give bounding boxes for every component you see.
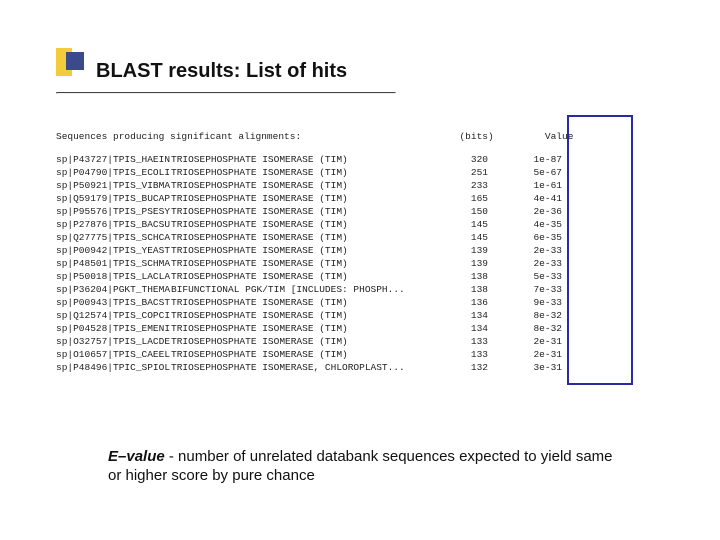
hit-evalue: 5e-33 — [510, 270, 562, 283]
hit-desc: TRIOSEPHOSPHATE ISOMERASE (TIM) — [171, 192, 444, 205]
hit-bits: 138 — [444, 270, 488, 283]
hit-id: sp|P43727|TPIS_HAEIN — [56, 153, 171, 166]
hit-evalue: 6e-35 — [510, 231, 562, 244]
hit-desc: TRIOSEPHOSPHATE ISOMERASE (TIM) — [171, 205, 444, 218]
hit-bits: 133 — [444, 335, 488, 348]
hit-desc: TRIOSEPHOSPHATE ISOMERASE (TIM) — [171, 270, 444, 283]
hit-bits: 233 — [444, 179, 488, 192]
hit-desc: TRIOSEPHOSPHATE ISOMERASE (TIM) — [171, 166, 444, 179]
hit-bits: 139 — [444, 257, 488, 270]
table-row: sp|Q27775|TPIS_SCHCATRIOSEPHOSPHATE ISOM… — [56, 231, 671, 244]
hit-desc: TRIOSEPHOSPHATE ISOMERASE (TIM) — [171, 296, 444, 309]
hit-evalue: 9e-33 — [510, 296, 562, 309]
hit-desc: TRIOSEPHOSPHATE ISOMERASE (TIM) — [171, 179, 444, 192]
table-row: sp|Q59179|TPIS_BUCAPTRIOSEPHOSPHATE ISOM… — [56, 192, 671, 205]
hit-id: sp|P50018|TPIS_LACLA — [56, 270, 171, 283]
hit-id: sp|P95576|TPIS_PSESY — [56, 205, 171, 218]
table-row: sp|P48501|TPIS_SCHMATRIOSEPHOSPHATE ISOM… — [56, 257, 671, 270]
table-row: sp|P95576|TPIS_PSESYTRIOSEPHOSPHATE ISOM… — [56, 205, 671, 218]
table-row: sp|O10657|TPIS_CAEELTRIOSEPHOSPHATE ISOM… — [56, 348, 671, 361]
blast-hits-table: Sequences producing significant alignmen… — [56, 130, 671, 374]
hit-evalue: 2e-33 — [510, 257, 562, 270]
hit-bits: 132 — [444, 361, 488, 374]
hit-id: sp|Q27775|TPIS_SCHCA — [56, 231, 171, 244]
col-value-label: Value — [521, 130, 573, 143]
hit-id: sp|P04528|TPIS_EMENI — [56, 322, 171, 335]
table-row: sp|P43727|TPIS_HAEINTRIOSEPHOSPHATE ISOM… — [56, 153, 671, 166]
hit-bits: 251 — [444, 166, 488, 179]
table-row: sp|Q12574|TPIS_COPCITRIOSEPHOSPHATE ISOM… — [56, 309, 671, 322]
hit-bits: 165 — [444, 192, 488, 205]
table-row: sp|P50018|TPIS_LACLATRIOSEPHOSPHATE ISOM… — [56, 270, 671, 283]
hit-evalue: 1e-87 — [510, 153, 562, 166]
hit-desc: TRIOSEPHOSPHATE ISOMERASE (TIM) — [171, 153, 444, 166]
footnote-term: E–value — [108, 448, 165, 465]
hit-desc: TRIOSEPHOSPHATE ISOMERASE (TIM) — [171, 322, 444, 335]
table-row: sp|P27876|TPIS_BACSUTRIOSEPHOSPHATE ISOM… — [56, 218, 671, 231]
hit-bits: 134 — [444, 309, 488, 322]
hit-id: sp|P36204|PGKT_THEMA — [56, 283, 171, 296]
table-header-row: Sequences producing significant alignmen… — [56, 130, 671, 143]
table-row: sp|O32757|TPIS_LACDETRIOSEPHOSPHATE ISOM… — [56, 335, 671, 348]
hit-bits: 320 — [444, 153, 488, 166]
hit-id: sp|P50921|TPIS_VIBMA — [56, 179, 171, 192]
hit-evalue: 3e-31 — [510, 361, 562, 374]
col-seq-label: Sequences producing significant alignmen… — [56, 130, 444, 143]
hit-desc: BIFUNCTIONAL PGK/TIM [INCLUDES: PHOSPH..… — [171, 283, 444, 296]
hit-id: sp|O32757|TPIS_LACDE — [56, 335, 171, 348]
hit-bits: 145 — [444, 218, 488, 231]
page-title: BLAST results: List of hits — [96, 60, 347, 83]
hit-evalue: 5e-67 — [510, 166, 562, 179]
hit-id: sp|P00943|TPIS_BACST — [56, 296, 171, 309]
footnote-rest: - number of unrelated databank sequences… — [108, 448, 613, 484]
hit-id: sp|O10657|TPIS_CAEEL — [56, 348, 171, 361]
hit-desc: TRIOSEPHOSPHATE ISOMERASE (TIM) — [171, 218, 444, 231]
hit-evalue: 2e-31 — [510, 335, 562, 348]
hit-desc: TRIOSEPHOSPHATE ISOMERASE (TIM) — [171, 309, 444, 322]
hit-bits: 145 — [444, 231, 488, 244]
table-row: sp|P00942|TPIS_YEASTTRIOSEPHOSPHATE ISOM… — [56, 244, 671, 257]
hit-id: sp|P48496|TPIC_SPIOL — [56, 361, 171, 374]
hit-bits: 138 — [444, 283, 488, 296]
hit-desc: TRIOSEPHOSPHATE ISOMERASE (TIM) — [171, 231, 444, 244]
hit-id: sp|Q59179|TPIS_BUCAP — [56, 192, 171, 205]
hit-desc: TRIOSEPHOSPHATE ISOMERASE, CHLOROPLAST..… — [171, 361, 444, 374]
table-row: sp|P48496|TPIC_SPIOLTRIOSEPHOSPHATE ISOM… — [56, 361, 671, 374]
hit-desc: TRIOSEPHOSPHATE ISOMERASE (TIM) — [171, 348, 444, 361]
hit-id: sp|Q12574|TPIS_COPCI — [56, 309, 171, 322]
title-underline — [56, 92, 396, 94]
hit-evalue: 2e-33 — [510, 244, 562, 257]
table-row: sp|P36204|PGKT_THEMABIFUNCTIONAL PGK/TIM… — [56, 283, 671, 296]
hit-desc: TRIOSEPHOSPHATE ISOMERASE (TIM) — [171, 244, 444, 257]
hit-evalue: 4e-35 — [510, 218, 562, 231]
table-row: sp|P04790|TPIS_ECOLITRIOSEPHOSPHATE ISOM… — [56, 166, 671, 179]
hit-evalue: 8e-32 — [510, 309, 562, 322]
hit-id: sp|P00942|TPIS_YEAST — [56, 244, 171, 257]
hit-evalue: 2e-31 — [510, 348, 562, 361]
hit-desc: TRIOSEPHOSPHATE ISOMERASE (TIM) — [171, 257, 444, 270]
hit-bits: 150 — [444, 205, 488, 218]
table-row: sp|P50921|TPIS_VIBMATRIOSEPHOSPHATE ISOM… — [56, 179, 671, 192]
hit-evalue: 7e-33 — [510, 283, 562, 296]
hit-bits: 136 — [444, 296, 488, 309]
col-bits-label: (bits) — [450, 130, 494, 143]
hit-bits: 133 — [444, 348, 488, 361]
hit-desc: TRIOSEPHOSPHATE ISOMERASE (TIM) — [171, 335, 444, 348]
hit-evalue: 4e-41 — [510, 192, 562, 205]
hit-evalue: 2e-36 — [510, 205, 562, 218]
slide-corner-icon — [56, 48, 84, 76]
hit-bits: 139 — [444, 244, 488, 257]
hit-evalue: 8e-32 — [510, 322, 562, 335]
hit-bits: 134 — [444, 322, 488, 335]
table-row: sp|P00943|TPIS_BACSTTRIOSEPHOSPHATE ISOM… — [56, 296, 671, 309]
hit-id: sp|P27876|TPIS_BACSU — [56, 218, 171, 231]
hit-id: sp|P48501|TPIS_SCHMA — [56, 257, 171, 270]
hit-evalue: 1e-61 — [510, 179, 562, 192]
footnote: E–value - number of unrelated databank s… — [108, 447, 628, 485]
hit-id: sp|P04790|TPIS_ECOLI — [56, 166, 171, 179]
table-row: sp|P04528|TPIS_EMENITRIOSEPHOSPHATE ISOM… — [56, 322, 671, 335]
